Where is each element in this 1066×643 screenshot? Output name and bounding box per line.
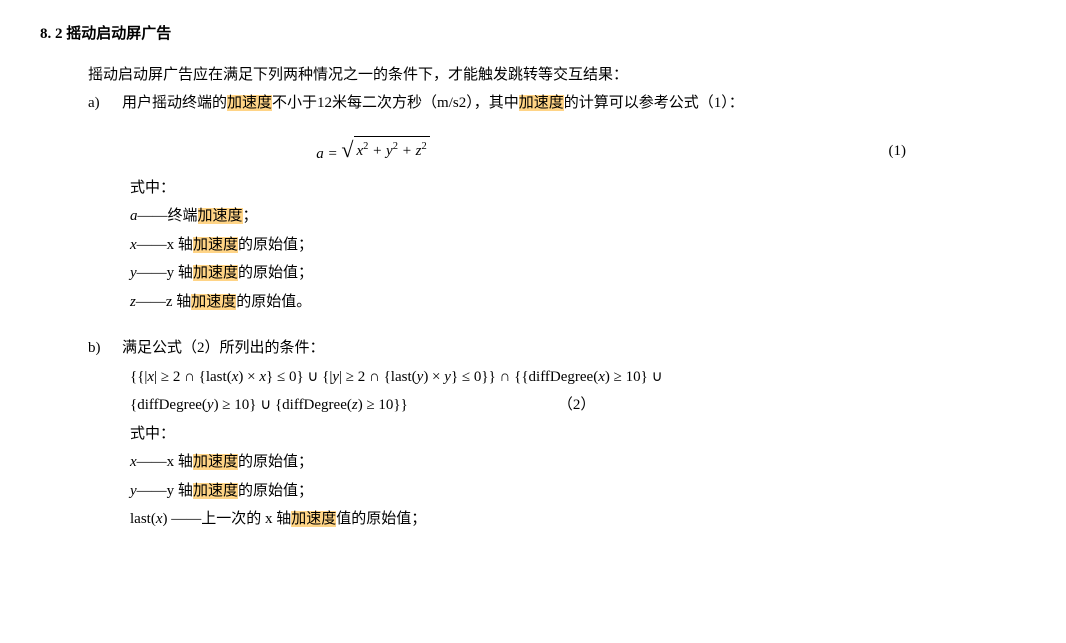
formula-2-line1: {{|x| ≥ 2 ∩ {last(x) × x} ≤ 0} ∪ {|y| ≥ … (130, 363, 663, 392)
where-1-a: a——终端加速度； (130, 202, 1026, 231)
item-a-label: a) (88, 89, 122, 118)
where-2-lastx: last(x) ——上一次的 x 轴加速度值的原始值； (130, 505, 1026, 534)
where-1-y: y——y 轴加速度的原始值； (130, 259, 1026, 288)
where-2-title: 式中： (130, 420, 1026, 449)
section-title: 摇动启动屏广告 (66, 26, 171, 42)
formula-2: {{|x| ≥ 2 ∩ {last(x) × x} ≤ 0} ∪ {|y| ≥ … (130, 363, 1026, 420)
item-b: b) 满足公式（2）所列出的条件： (88, 334, 1026, 363)
where-2-y: y——y 轴加速度的原始值； (130, 477, 1026, 506)
highlight: 加速度 (227, 95, 272, 111)
formula-2-line2: {diffDegree(y) ≥ 10} ∪ {diffDegree(z) ≥ … (130, 391, 408, 420)
item-a-text: 用户摇动终端的加速度不小于12米每二次方秒（m/s2），其中加速度的计算可以参考… (122, 89, 744, 118)
section-heading: 8. 2 摇动启动屏广告 (40, 20, 1026, 49)
formula-1-expression: a = √x2 + y2 + z2 (40, 136, 706, 168)
formula-2-number: （2） (558, 391, 596, 420)
text-fragment: 不小于12米每二次方秒（m/s2），其中 (272, 95, 519, 111)
item-b-label: b) (88, 334, 122, 363)
section-number: 8. 2 (40, 26, 63, 42)
item-a: a) 用户摇动终端的加速度不小于12米每二次方秒（m/s2），其中加速度的计算可… (88, 89, 1026, 118)
where-1-x: x——x 轴加速度的原始值； (130, 231, 1026, 260)
where-1-title: 式中： (130, 174, 1026, 203)
where-2-x: x——x 轴加速度的原始值； (130, 448, 1026, 477)
text-fragment: 用户摇动终端的 (122, 95, 227, 111)
highlight: 加速度 (519, 95, 564, 111)
formula-1: a = √x2 + y2 + z2 (1) (40, 136, 1026, 168)
item-b-text: 满足公式（2）所列出的条件： (122, 334, 325, 363)
intro-paragraph: 摇动启动屏广告应在满足下列两种情况之一的条件下，才能触发跳转等交互结果： (88, 61, 1026, 90)
text-fragment: 的计算可以参考公式（1）： (564, 95, 744, 111)
formula-1-number: (1) (706, 137, 1026, 166)
where-1-z: z——z 轴加速度的原始值。 (130, 288, 1026, 317)
